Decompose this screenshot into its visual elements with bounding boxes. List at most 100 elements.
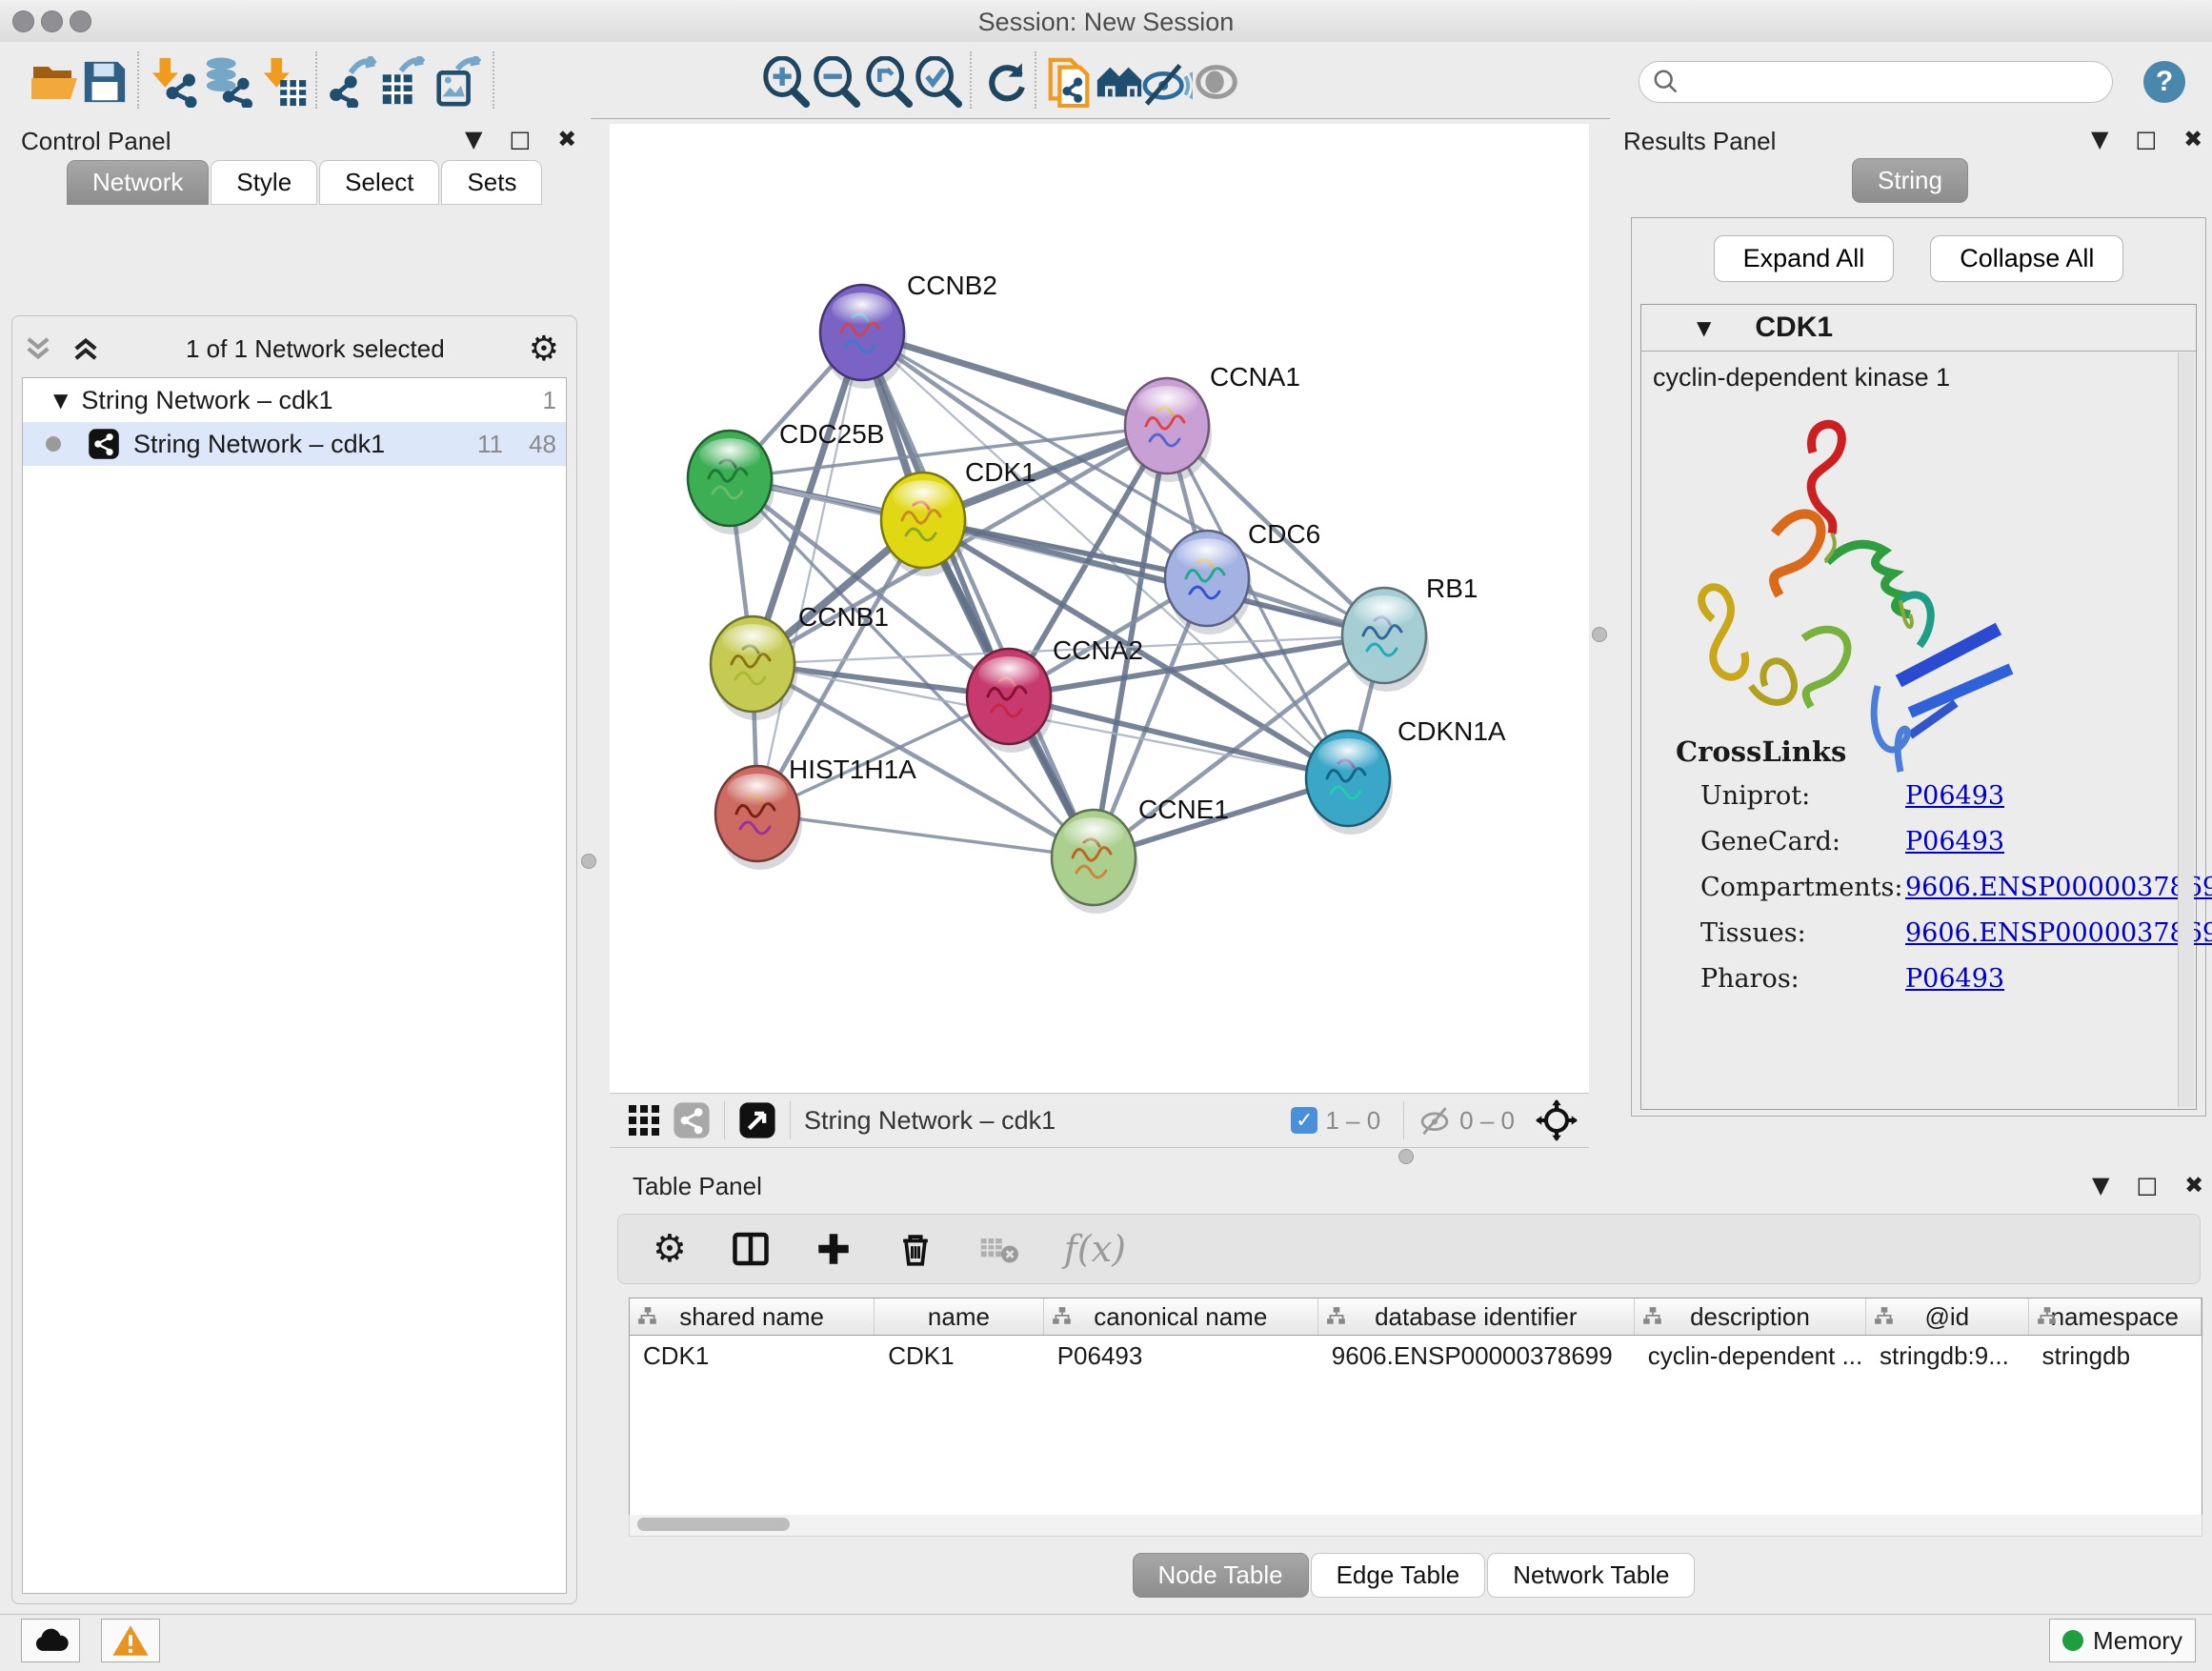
panel-close-icon[interactable]: ✖ xyxy=(557,126,576,152)
graph-node-ccnb1[interactable] xyxy=(711,616,797,720)
graph-node-ccne1[interactable] xyxy=(1052,810,1138,914)
search-input[interactable] xyxy=(1687,68,2099,96)
panel-float-icon[interactable]: □ xyxy=(509,126,531,152)
graph-edge[interactable] xyxy=(757,814,1094,857)
table-row[interactable]: CDK1CDK1P064939606.ENSP00000378699cyclin… xyxy=(630,1336,2202,1376)
panel-menu-icon[interactable]: ▼ xyxy=(465,126,482,152)
duplicate-network-button[interactable] xyxy=(1042,55,1096,109)
column-header-id[interactable]: @id xyxy=(1866,1299,2028,1335)
tab-edge-table[interactable]: Edge Table xyxy=(1311,1553,1486,1598)
detach-view-icon[interactable] xyxy=(738,1101,776,1139)
table-options-gear-icon[interactable]: ⚙ xyxy=(653,1227,687,1271)
collapse-entry-icon[interactable]: ▼ xyxy=(1697,316,1711,339)
panel-close-icon[interactable]: ✖ xyxy=(2183,126,2202,152)
crosslink-link[interactable]: 9606.ENSP00000378699 xyxy=(1905,918,2212,948)
scrollbar-thumb[interactable] xyxy=(637,1518,790,1531)
collapse-all-button[interactable]: Collapse All xyxy=(1930,235,2123,282)
network-graph[interactable]: CCNB2CCNA1CDC25BCDK1CDC6RB1CCNB1CCNA2CDK… xyxy=(610,124,1589,1093)
table-horizontal-scrollbar[interactable] xyxy=(629,1515,2202,1537)
import-network-button[interactable] xyxy=(148,55,201,109)
panel-menu-icon[interactable]: ▼ xyxy=(2091,126,2108,152)
graph-node-cdk1[interactable] xyxy=(881,473,968,576)
table-cell[interactable]: stringdb xyxy=(2029,1336,2202,1376)
zoom-out-button[interactable] xyxy=(810,55,863,109)
table-cell[interactable]: CDK1 xyxy=(875,1336,1043,1376)
network-row[interactable]: String Network – cdk1 11 48 xyxy=(23,422,566,466)
warnings-button[interactable] xyxy=(101,1619,160,1662)
panel-close-icon[interactable]: ✖ xyxy=(2184,1172,2203,1198)
column-header-canonical-name[interactable]: canonical name xyxy=(1044,1299,1318,1335)
panel-float-icon[interactable]: □ xyxy=(2135,126,2157,152)
zoom-fit-button[interactable] xyxy=(862,55,915,109)
table-cell[interactable]: P06493 xyxy=(1044,1336,1318,1376)
tab-node-table[interactable]: Node Table xyxy=(1133,1553,1309,1598)
graph-edge[interactable] xyxy=(757,332,862,814)
selected-checkbox-icon[interactable]: ✓ xyxy=(1291,1107,1317,1134)
hide-selected-button[interactable] xyxy=(1140,55,1194,109)
show-columns-icon[interactable] xyxy=(731,1229,771,1269)
tree-expand-icon[interactable]: ▼ xyxy=(53,389,68,412)
collapse-all-icon[interactable] xyxy=(22,332,54,365)
network-collection-row[interactable]: ▼ String Network – cdk1 1 xyxy=(23,378,566,422)
panel-menu-icon[interactable]: ▼ xyxy=(2092,1172,2109,1198)
tab-network[interactable]: Network xyxy=(67,160,209,205)
table-cell[interactable]: 9606.ENSP00000378699 xyxy=(1318,1336,1635,1376)
graph-node-ccnb2[interactable] xyxy=(820,285,907,389)
crosslink-link[interactable]: P06493 xyxy=(1905,827,2004,856)
zoom-in-button[interactable] xyxy=(759,55,813,109)
delete-column-icon[interactable] xyxy=(896,1230,935,1268)
right-splitter-handle[interactable] xyxy=(1592,627,1607,642)
options-gear-icon[interactable]: ⚙ xyxy=(529,330,559,369)
graph-node-cdc6[interactable] xyxy=(1165,531,1252,634)
fit-selection-crosshair-icon[interactable] xyxy=(1536,1099,1578,1141)
cloud-status-button[interactable] xyxy=(21,1619,80,1662)
tab-sets[interactable]: Sets xyxy=(441,160,542,205)
tab-network-table[interactable]: Network Table xyxy=(1487,1553,1695,1598)
panel-float-icon[interactable]: □ xyxy=(2136,1172,2158,1198)
expand-all-button[interactable]: Expand All xyxy=(1714,235,1895,282)
tab-style[interactable]: Style xyxy=(211,160,317,205)
table-cell[interactable]: stringdb:9... xyxy=(1866,1336,2029,1376)
add-column-icon[interactable] xyxy=(814,1230,853,1268)
network-view-canvas[interactable]: CCNB2CCNA1CDC25BCDK1CDC6RB1CCNB1CCNA2CDK… xyxy=(610,124,1589,1093)
import-table-button[interactable] xyxy=(257,55,311,109)
gene-entry-header[interactable]: ▼ CDK1 xyxy=(1641,305,2196,352)
apply-layout-button[interactable] xyxy=(978,55,1032,109)
results-vertical-scrollbar[interactable] xyxy=(2178,352,2194,1107)
column-header-name[interactable]: name xyxy=(875,1299,1043,1335)
graph-node-cdc25b[interactable] xyxy=(688,431,774,534)
tab-select[interactable]: Select xyxy=(319,160,439,205)
column-header-shared-name[interactable]: shared name xyxy=(630,1299,875,1335)
crosslink-link[interactable]: P06493 xyxy=(1905,781,2004,811)
crosslink-link[interactable]: P06493 xyxy=(1905,964,2004,994)
import-network-from-database-button[interactable] xyxy=(200,55,253,109)
table-cell[interactable]: cyclin-dependent ... xyxy=(1635,1336,1866,1376)
table-cell[interactable]: CDK1 xyxy=(630,1336,875,1376)
save-session-button[interactable] xyxy=(78,55,131,109)
column-header-database-identifier[interactable]: database identifier xyxy=(1318,1299,1635,1335)
graph-node-cdkn1a[interactable] xyxy=(1306,731,1393,835)
network-view-icon[interactable] xyxy=(673,1101,711,1139)
export-table-button[interactable] xyxy=(376,55,430,109)
crosslink-link[interactable]: 9606.ENSP00000378699 xyxy=(1905,873,2212,902)
graph-node-rb1[interactable] xyxy=(1342,588,1429,692)
export-network-button[interactable] xyxy=(328,55,381,109)
graph-edge[interactable] xyxy=(862,332,1167,426)
show-all-networks-button[interactable] xyxy=(1093,55,1146,109)
left-splitter-handle[interactable] xyxy=(581,854,596,869)
bottom-splitter-handle[interactable] xyxy=(1398,1149,1414,1164)
show-hidden-button[interactable] xyxy=(1190,55,1243,109)
export-image-button[interactable] xyxy=(431,55,484,109)
grid-view-icon[interactable] xyxy=(625,1101,663,1139)
open-session-button[interactable] xyxy=(28,55,81,109)
houses-icon xyxy=(1094,56,1145,108)
column-header-namespace[interactable]: namespace xyxy=(2029,1299,2202,1335)
tab-string[interactable]: String xyxy=(1852,158,1968,203)
expand-all-icon[interactable] xyxy=(70,332,102,365)
zoom-selected-button[interactable] xyxy=(912,55,965,109)
memory-button[interactable]: Memory xyxy=(2049,1619,2196,1662)
column-header-description[interactable]: description xyxy=(1635,1299,1866,1335)
help-button[interactable]: ? xyxy=(2143,61,2185,103)
node-table[interactable]: shared namenamecanonical namedatabase id… xyxy=(629,1298,2202,1517)
graph-node-ccna1[interactable] xyxy=(1125,378,1212,482)
